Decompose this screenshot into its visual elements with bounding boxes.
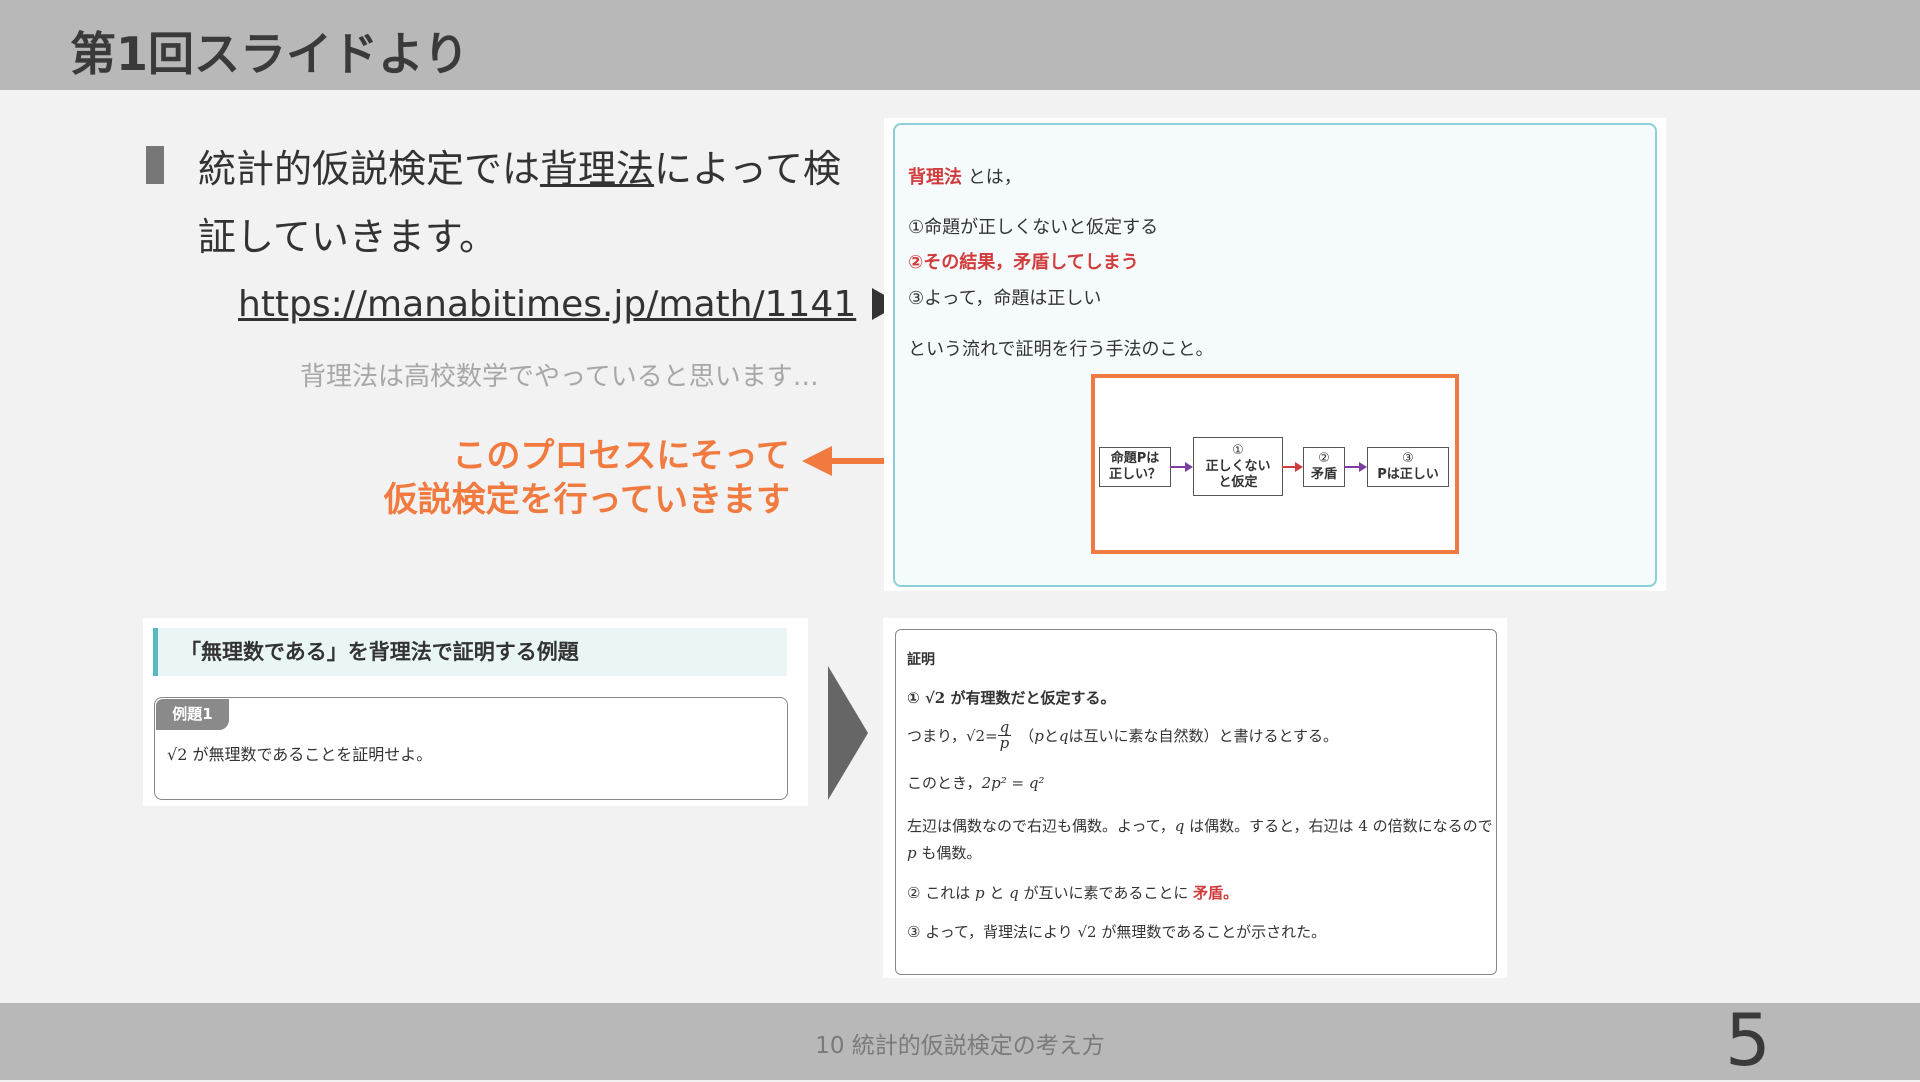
proof-line-6-sqrt: √2 (1077, 923, 1097, 941)
bullet-text: 統計的仮説検定では背理法によって検証していきます。 (198, 135, 863, 271)
proof-line-2-text: は互いに素な自然数）と書けるとする。 (1068, 727, 1339, 745)
proof-line-6-text: が無理数であることが示された。 (1096, 923, 1327, 941)
proof-line-4b-p: p (907, 844, 917, 862)
example-sqrt: √2 (167, 745, 188, 764)
definition-summary: という流れで証明を行う手法のこと。 (908, 339, 1214, 360)
example-problem: √2 が無理数であることを証明せよ。 (167, 741, 432, 765)
proof-line-3: このとき，2p² = q² (907, 772, 1044, 793)
definition-step-1: ①命題が正しくないと仮定する (908, 217, 1159, 238)
definition-term-suffix: とは， (967, 167, 1022, 188)
proof-line-2-paren: （ (1019, 727, 1035, 745)
flow-box-assume: ① 正しくない と仮定 (1193, 437, 1283, 496)
flow-box-conclusion: ③ Pは正しい (1367, 447, 1449, 487)
definition-step-2: ②その結果，矛盾してしまう (908, 252, 1139, 273)
reference-link-row: https://manabitimes.jp/math/1141 (238, 284, 901, 325)
proof-title: 証明 (907, 652, 935, 668)
proof-line-4a-four: 4 (1358, 817, 1368, 835)
footer-text: 10 統計的仮説検定の考え方 (815, 1033, 1105, 1059)
page-number: 5 (1725, 998, 1771, 1082)
proof-line-4a-text3: の倍数になるので (1367, 817, 1493, 835)
proof-line-1: ① √2 が有理数だと仮定する。 (907, 687, 1115, 708)
proof-line-1-text: が有理数だと仮定する。 (945, 689, 1116, 707)
proof-line-2-eq: = (985, 726, 998, 745)
flow-box-contradiction-label: 矛盾 (1310, 467, 1337, 482)
proof-line-2-sqrt: √2 (965, 726, 986, 745)
flow-box-proposition-label: 命題Pは 正しい？ (1108, 451, 1161, 482)
flow-box-contradiction: ② 矛盾 (1303, 447, 1345, 487)
flow-arrow-3 (1344, 466, 1360, 468)
definition-heading: 背理法 とは， (908, 163, 1022, 189)
flow-arrow-2-head (1295, 462, 1303, 472)
arrow-left-icon (802, 446, 832, 476)
example-problem-text: が無理数であることを証明せよ。 (187, 745, 433, 764)
flow-box-conclusion-num: ③ (1402, 451, 1414, 466)
flow-box-conclusion-label: Pは正しい (1377, 467, 1439, 482)
flow-box-proposition: 命題Pは 正しい？ (1099, 447, 1171, 487)
proof-line-2: つまり， √2 = q p （p と q は互いに素な自然数）と書けるとする。 (907, 720, 1338, 751)
proof-line-5: ② これは p と q が互いに素であることに 矛盾。 (907, 882, 1238, 903)
proof-line-3-prefix: このとき， (907, 774, 982, 792)
proof-line-5-p: p (974, 884, 985, 902)
example-tag: 例題1 (156, 699, 229, 730)
definition-step-3: ③よって，命題は正しい (908, 288, 1102, 309)
proof-line-3-eq: 2p² = q² (981, 774, 1045, 792)
bullet-marker (146, 146, 164, 184)
callout-line-2: 仮説検定を行っていきます (383, 480, 790, 520)
proof-line-2-prefix: つまり， (907, 727, 966, 745)
callout-line-1: このプロセスにそって (452, 436, 790, 476)
proof-line-4a: 左辺は偶数なので右辺も偶数。よって，q は偶数。すると，右辺は 4 の倍数になる… (907, 815, 1493, 836)
proof-line-6: ③ よって，背理法により √2 が無理数であることが示された。 (907, 921, 1326, 942)
play-arrow-icon (828, 666, 868, 800)
proof-line-4a-q: q (1174, 817, 1185, 835)
proof-line-2-p: p (1034, 726, 1044, 745)
proof-fraction: qp (997, 720, 1012, 752)
proof-line-4b: p も偶数。 (907, 842, 981, 863)
flow-arrow-1-head (1185, 462, 1193, 472)
proof-line-5-and: と (984, 884, 1010, 902)
proof-line-1-sqrt: √2 (924, 689, 946, 707)
flow-arrow-2 (1282, 466, 1296, 468)
proof-line-5-q: q (1009, 884, 1019, 902)
proof-line-6-prefix: ③ よって，背理法により (907, 923, 1078, 941)
proof-line-4b-text: も偶数。 (916, 844, 982, 862)
proof-line-4a-text1: 左辺は偶数なので右辺も偶数。よって， (907, 817, 1175, 835)
proof-fraction-den: p (999, 734, 1010, 752)
proof-line-5-prefix: ② これは (907, 884, 975, 902)
callout-text: このプロセスにそって 仮説検定を行っていきます (340, 434, 790, 522)
flow-arrow-1 (1170, 466, 1186, 468)
flow-box-assume-label: 正しくない と仮定 (1205, 458, 1271, 490)
bullet-text-before: 統計的仮説検定では (198, 147, 541, 191)
proof-line-4a-text2: は偶数。すると，右辺は (1184, 817, 1359, 835)
proof-line-2-q: q (1058, 726, 1069, 745)
definition-term: 背理法 (908, 167, 962, 188)
reference-link[interactable]: https://manabitimes.jp/math/1141 (238, 284, 856, 325)
flow-box-assume-num: ① (1232, 442, 1244, 458)
slide-title: 第1回スライドより (70, 27, 470, 81)
flow-box-contradiction-num: ② (1318, 451, 1330, 466)
proof-line-5-text: が互いに素であることに (1018, 884, 1194, 902)
flow-arrow-3-head (1359, 462, 1367, 472)
note-text: 背理法は高校数学でやっていると思います… (300, 362, 819, 392)
example-heading: 「無理数である」を背理法で証明する例題 (153, 628, 787, 676)
proof-line-5-contradiction: 矛盾。 (1193, 884, 1239, 902)
proof-line-1-prefix: ① (907, 689, 925, 707)
proof-line-2-and: と (1043, 727, 1059, 745)
bullet-underlined-term: 背理法 (540, 147, 655, 191)
